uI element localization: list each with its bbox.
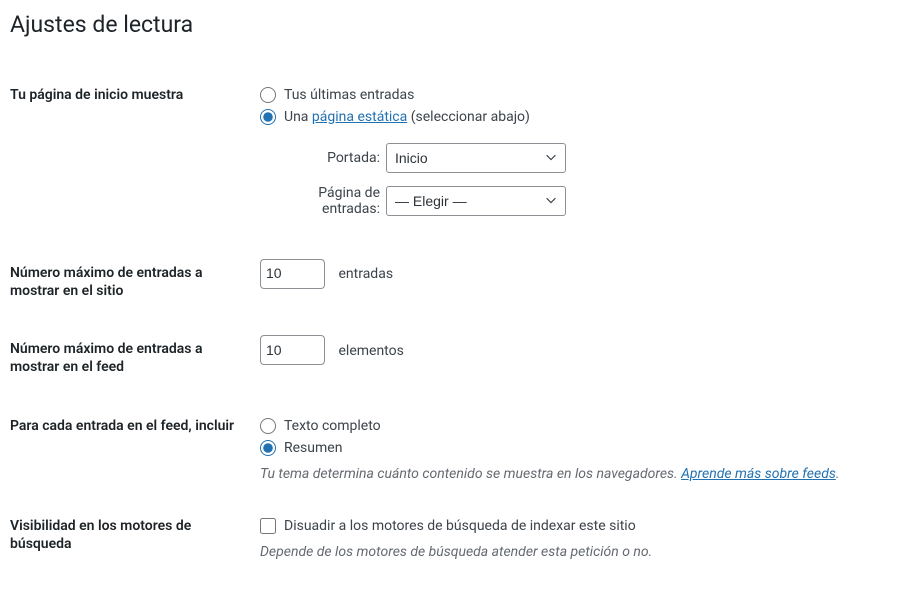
search-visibility-description: Depende de los motores de búsqueda atend… <box>260 544 875 560</box>
posts-page-select[interactable]: — Elegir — <box>386 186 566 216</box>
static-suffix: (seleccionar abajo) <box>407 109 530 125</box>
feed-radio-full[interactable] <box>260 418 276 434</box>
posts-per-page-input[interactable] <box>260 259 325 289</box>
search-visibility-checkbox-label[interactable]: Disuadir a los motores de búsqueda de in… <box>284 518 636 534</box>
posts-per-page-label: Número máximo de entradas a mostrar en e… <box>10 244 250 320</box>
homepage-radio-latest-label[interactable]: Tus últimas entradas <box>284 87 414 103</box>
homepage-radio-static[interactable] <box>260 109 276 125</box>
homepage-label: Tu página de inicio muestra <box>10 66 250 244</box>
front-page-select[interactable]: Inicio <box>386 143 566 173</box>
settings-table: Tu página de inicio muestra Tus últimas … <box>10 66 885 575</box>
feed-desc-period: . <box>836 466 840 482</box>
posts-per-page-suffix: entradas <box>338 266 393 282</box>
feed-desc-text: Tu tema determina cuánto contenido se mu… <box>260 466 681 482</box>
feed-content-description: Tu tema determina cuánto contenido se mu… <box>260 466 875 482</box>
search-visibility-checkbox[interactable] <box>260 518 276 534</box>
feed-radio-summary[interactable] <box>260 440 276 456</box>
static-prefix: Una <box>284 109 312 125</box>
posts-page-label: Página de entradas: <box>260 185 380 217</box>
static-page-link[interactable]: página estática <box>312 109 407 125</box>
feed-radio-summary-label[interactable]: Resumen <box>284 440 342 456</box>
feed-radio-full-label[interactable]: Texto completo <box>284 418 381 434</box>
posts-per-feed-input[interactable] <box>260 335 325 365</box>
homepage-radio-latest[interactable] <box>260 87 276 103</box>
learn-feeds-link[interactable]: Aprende más sobre feeds <box>681 466 836 482</box>
posts-per-feed-suffix: elementos <box>338 343 403 359</box>
feed-content-label: Para cada entrada en el feed, incluir <box>10 397 250 497</box>
posts-per-feed-label: Número máximo de entradas a mostrar en e… <box>10 320 250 396</box>
homepage-radio-static-label[interactable]: Una página estática (seleccionar abajo) <box>284 109 530 125</box>
page-title: Ajustes de lectura <box>10 10 885 40</box>
search-visibility-label: Visibilidad en los motores de búsqueda <box>10 497 250 575</box>
front-page-label: Portada: <box>260 150 380 166</box>
